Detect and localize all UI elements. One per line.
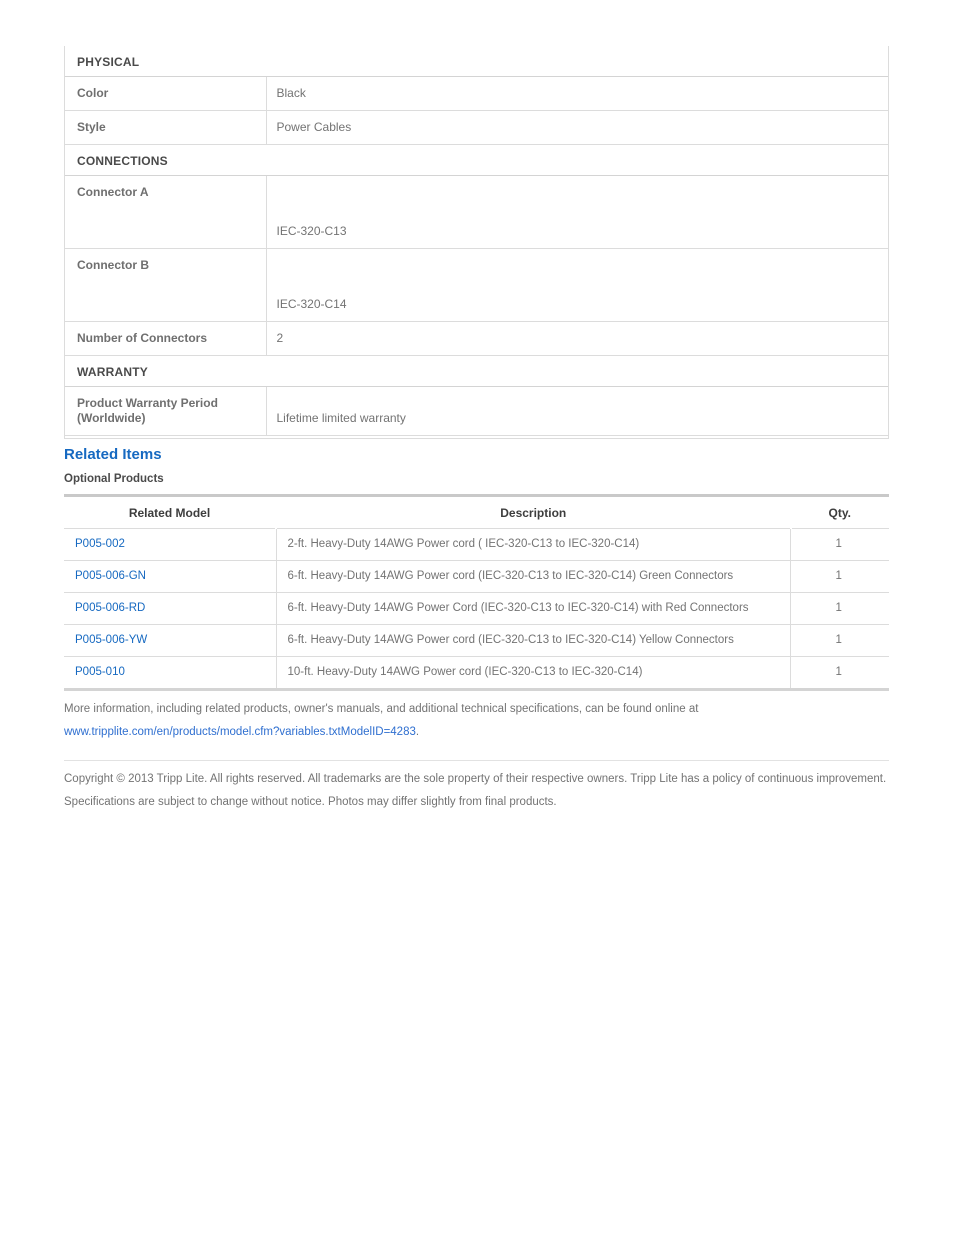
- table-header-row: Related Model Description Qty.: [64, 494, 889, 529]
- table-row: P005-006-RD 6-ft. Heavy-Duty 14AWG Power …: [64, 592, 889, 625]
- table-row: P005-006-GN 6-ft. Heavy-Duty 14AWG Power …: [64, 560, 889, 593]
- related-model-link[interactable]: P005-006-RD: [75, 602, 145, 614]
- related-items-table-body: P005-002 2-ft. Heavy-Duty 14AWG Power cor…: [64, 528, 889, 691]
- column-header-related-model: Related Model: [64, 494, 277, 529]
- spec-value: Black: [266, 76, 888, 111]
- more-information-sentence: More information, including related prod…: [64, 703, 699, 715]
- related-model-link[interactable]: P005-006-GN: [75, 570, 146, 582]
- related-model-link[interactable]: P005-002: [75, 538, 125, 550]
- spec-label: Style: [65, 110, 267, 145]
- spec-section-heading: PHYSICAL: [65, 46, 888, 77]
- related-items-heading: Related Items: [64, 446, 162, 463]
- table-row: P005-002 2-ft. Heavy-Duty 14AWG Power cor…: [64, 528, 889, 561]
- spec-row: Style Power Cables: [65, 110, 888, 145]
- spec-section-heading: CONNECTIONS: [65, 144, 888, 176]
- table-row: P005-006-YW 6-ft. Heavy-Duty 14AWG Power …: [64, 624, 889, 657]
- spec-value: 2: [266, 321, 888, 356]
- spec-row: Connector A IEC-320-C13: [65, 175, 888, 249]
- spec-row: Connector B IEC-320-C14: [65, 248, 888, 322]
- spec-section-row: WARRANTY: [65, 355, 888, 387]
- related-model-link[interactable]: P005-010: [75, 666, 125, 678]
- related-description-cell: 6-ft. Heavy-Duty 14AWG Power cord (IEC-3…: [276, 624, 791, 657]
- spec-row: Color Black: [65, 76, 888, 111]
- related-description-cell: 2-ft. Heavy-Duty 14AWG Power cord ( IEC-…: [276, 528, 791, 561]
- copyright-notice: Copyright © 2013 Tripp Lite. All rights …: [64, 773, 887, 808]
- related-description-cell: 6-ft. Heavy-Duty 14AWG Power cord (IEC-3…: [276, 560, 791, 593]
- spec-value: IEC-320-C13: [266, 175, 888, 249]
- product-page-link[interactable]: www.tripplite.com/en/products/model.cfm?…: [64, 726, 416, 738]
- more-information-text: More information, including related prod…: [64, 698, 894, 744]
- related-qty-cell: 1: [790, 592, 889, 625]
- related-items-table-container: Related Model Description Qty. P005-002 2…: [64, 494, 889, 691]
- specifications-table-container: PHYSICAL Color Black Style Power Cables CONNE…: [64, 46, 889, 439]
- column-header-description: Description: [275, 494, 791, 529]
- related-model-link[interactable]: P005-006-YW: [75, 634, 147, 646]
- spec-section-row: PHYSICAL: [65, 46, 888, 77]
- spec-section-row: CONNECTIONS: [65, 144, 888, 176]
- spec-value: Power Cables: [266, 110, 888, 145]
- related-qty-cell: 1: [790, 656, 889, 691]
- related-model-cell: P005-006-YW: [64, 624, 277, 657]
- spec-value: Lifetime limited warranty: [266, 386, 888, 436]
- spec-label: Connector B: [65, 248, 267, 322]
- spec-label: Number of Connectors: [65, 321, 267, 356]
- footer-divider: [64, 760, 889, 761]
- optional-products-subheading: Optional Products: [64, 473, 164, 485]
- related-items-table: Related Model Description Qty. P005-002 2…: [64, 494, 889, 691]
- related-qty-cell: 1: [790, 560, 889, 593]
- table-row: P005-010 10-ft. Heavy-Duty 14AWG Power co…: [64, 656, 889, 691]
- spec-row: Number of Connectors 2: [65, 321, 888, 356]
- specifications-table-body: PHYSICAL Color Black Style Power Cables CONNE…: [65, 46, 888, 436]
- related-qty-cell: 1: [790, 528, 889, 561]
- related-model-cell: P005-006-RD: [64, 592, 277, 625]
- spec-row: Product Warranty Period (Worldwide) Lifet…: [65, 386, 888, 436]
- url-period: .: [415, 726, 420, 738]
- spec-section-heading: WARRANTY: [65, 355, 888, 387]
- related-model-cell: P005-010: [64, 656, 277, 691]
- related-model-cell: P005-002: [64, 528, 277, 561]
- spec-label: Product Warranty Period (Worldwide): [65, 386, 267, 436]
- related-items-table-head: Related Model Description Qty.: [64, 494, 889, 529]
- related-description-cell: 6-ft. Heavy-Duty 14AWG Power Cord (IEC-3…: [276, 592, 791, 625]
- spec-sheet-page: PHYSICAL Color Black Style Power Cables CONNE…: [0, 0, 954, 1235]
- related-description-cell: 10-ft. Heavy-Duty 14AWG Power cord (IEC-…: [276, 656, 791, 691]
- specifications-table: PHYSICAL Color Black Style Power Cables CONNE…: [65, 46, 888, 436]
- related-model-cell: P005-006-GN: [64, 560, 277, 593]
- spec-label: Color: [65, 76, 267, 111]
- spec-value: IEC-320-C14: [266, 248, 888, 322]
- spec-label: Connector A: [65, 175, 267, 249]
- related-qty-cell: 1: [790, 624, 889, 657]
- column-header-qty: Qty.: [789, 494, 889, 529]
